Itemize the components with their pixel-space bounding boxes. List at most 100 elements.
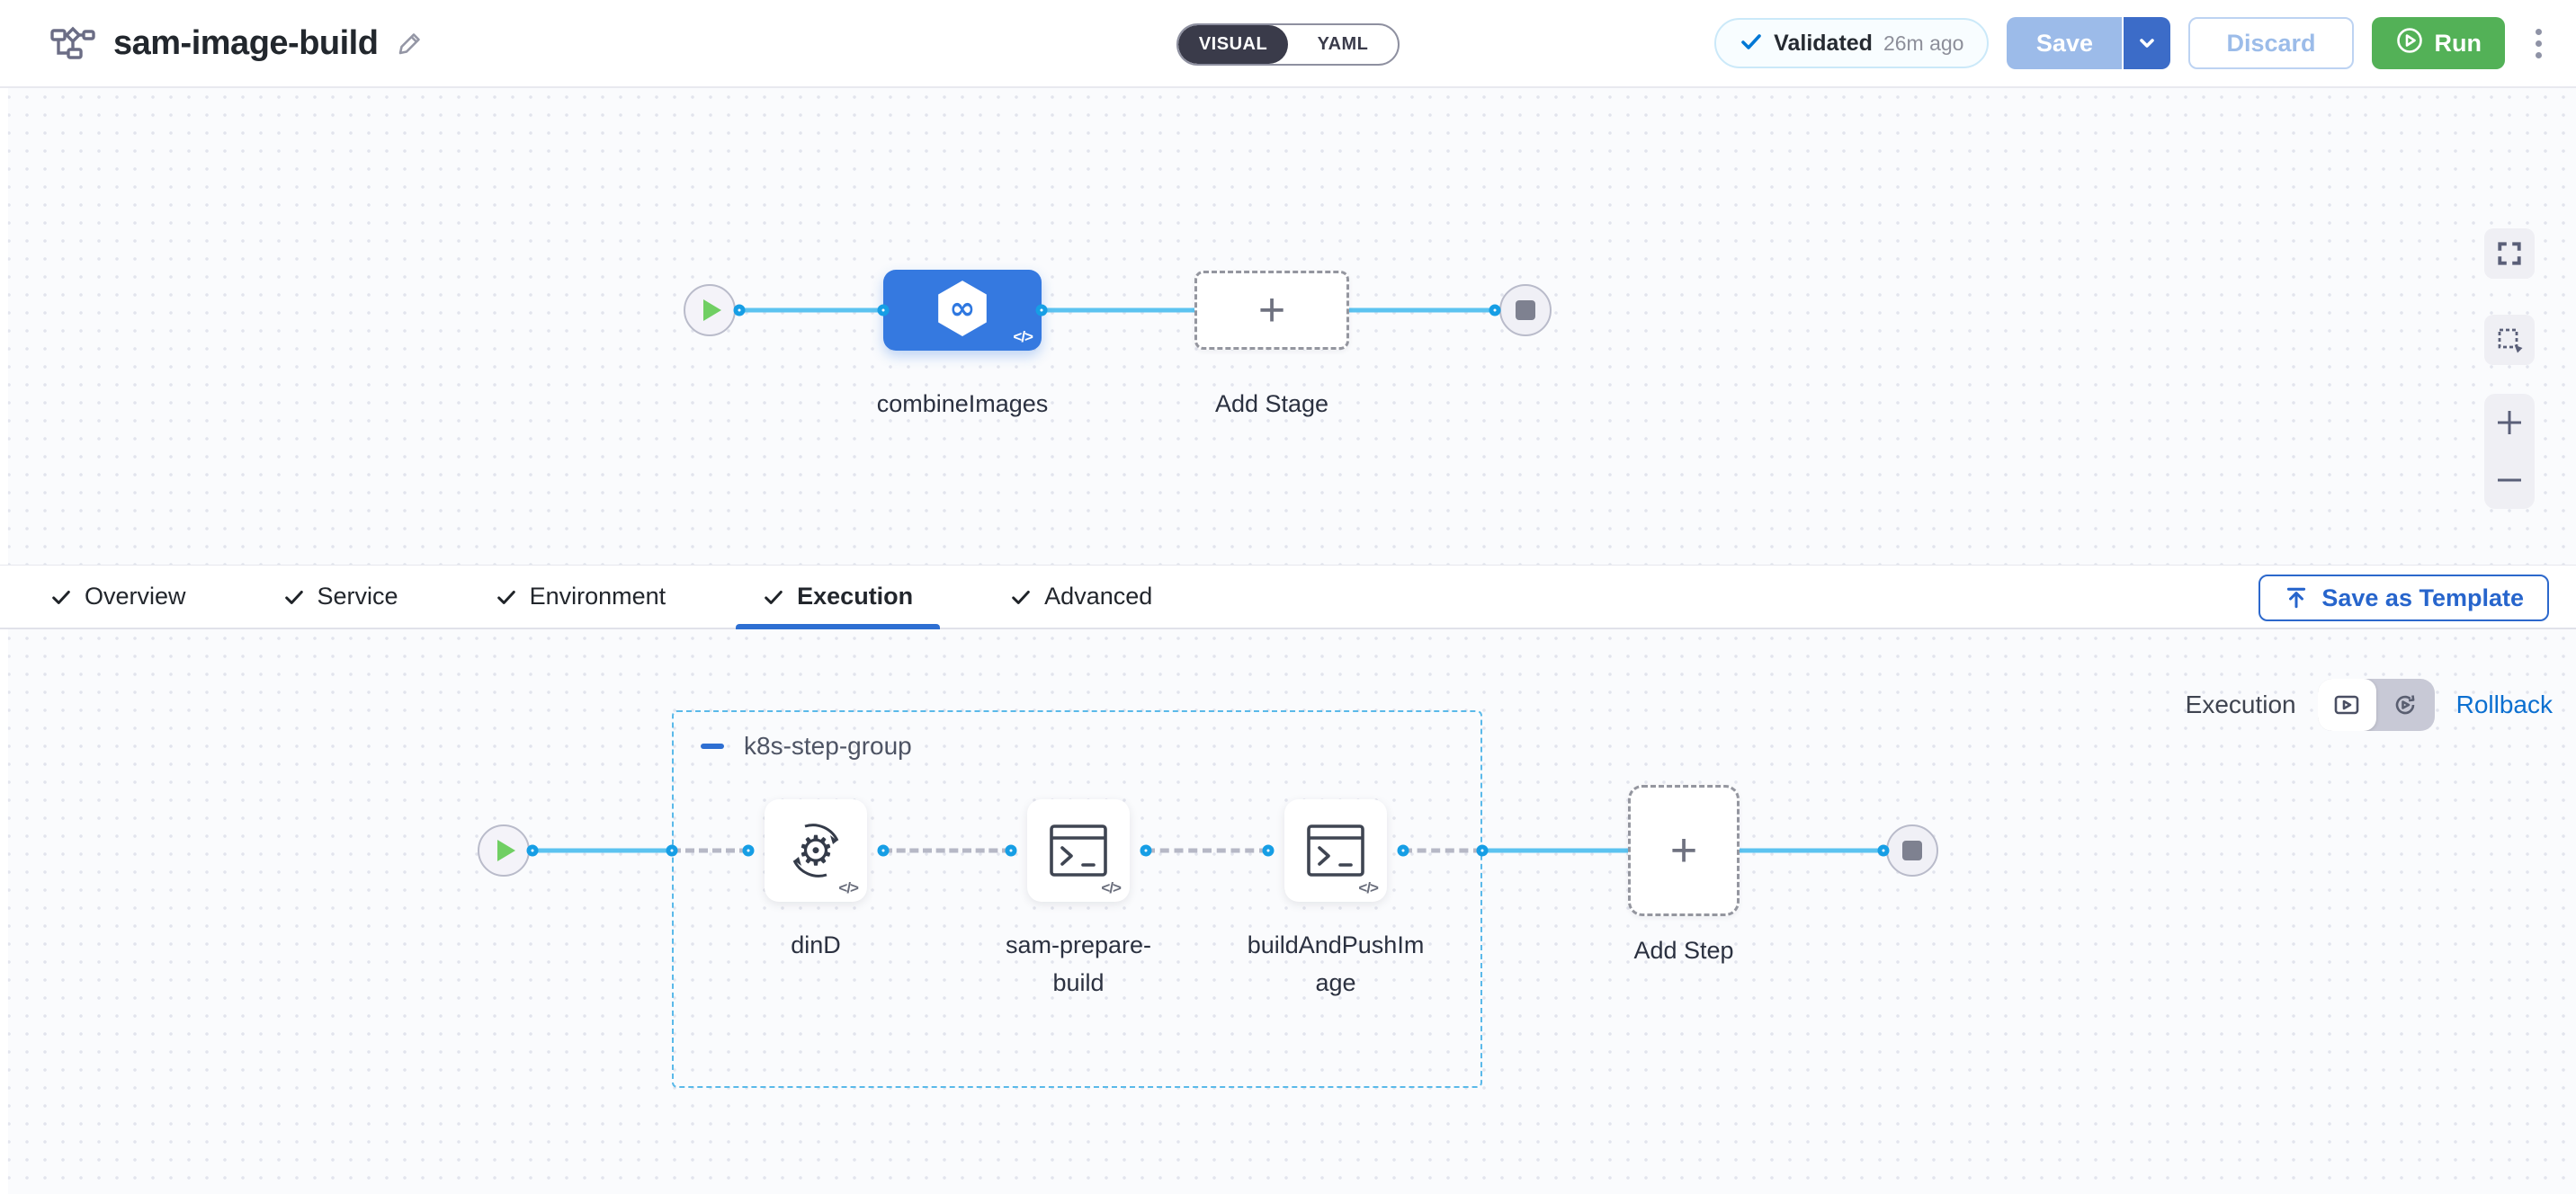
visual-yaml-toggle: VISUAL YAML (1176, 23, 1400, 66)
save-options-chevron-down-icon[interactable] (2122, 17, 2170, 69)
more-options-kebab-icon[interactable] (2528, 22, 2549, 66)
connector-point (1489, 305, 1501, 316)
code-badge-icon: </> (1101, 879, 1121, 897)
rollback-icon (2392, 691, 2419, 718)
page-title: sam-image-build (113, 24, 378, 63)
connector-point (1263, 845, 1275, 857)
add-stage-label: Add Stage (1164, 385, 1380, 423)
connector-point (1477, 845, 1489, 857)
check-icon (496, 586, 517, 608)
execution-rollback-toggle (2318, 679, 2435, 731)
save-as-template-button[interactable]: Save as Template (2258, 575, 2549, 621)
code-badge-icon: </> (1013, 328, 1033, 346)
yaml-mode-tab[interactable]: YAML (1288, 25, 1398, 64)
connector-line (1349, 308, 1495, 313)
tab-overview[interactable]: Overview (23, 566, 213, 628)
collapse-group-minus-icon[interactable] (701, 735, 724, 758)
execution-canvas: Execution Rollback (0, 629, 2576, 1194)
connector-point (743, 845, 755, 857)
add-step-label: Add Step (1594, 931, 1774, 969)
tab-service[interactable]: Service (256, 566, 425, 628)
connector-line (532, 849, 672, 853)
plus-icon: + (1670, 827, 1697, 874)
edit-title-pencil-icon[interactable] (396, 29, 425, 58)
step-node-buildandpushimage[interactable]: </> (1284, 799, 1387, 902)
run-play-icon (2395, 26, 2424, 61)
check-icon (1740, 30, 1763, 58)
zoom-controls (2484, 394, 2535, 509)
execution-view-icon (2332, 692, 2361, 717)
check-icon (50, 586, 72, 608)
connector-point (734, 305, 746, 316)
connector-point (527, 845, 539, 857)
tab-label: Overview (85, 583, 186, 610)
zoom-out-button[interactable] (2484, 451, 2535, 509)
start-play-icon (702, 298, 723, 323)
run-label: Run (2435, 30, 2482, 58)
svg-text:∞: ∞ (949, 290, 975, 326)
stage-node-combineimages[interactable]: ∞ </> (883, 270, 1042, 351)
pipeline-start-node (684, 284, 736, 336)
tab-label: Execution (797, 583, 913, 610)
step-node-sam-prepare-build[interactable]: </> (1027, 799, 1130, 902)
connector-point (1036, 305, 1048, 316)
step-group-name: k8s-step-group (744, 732, 912, 761)
save-button[interactable]: Save (2007, 17, 2122, 69)
step-node-dind[interactable]: ⚙ </> (765, 799, 867, 902)
connector-point (1140, 845, 1152, 857)
save-split-button: Save (2007, 17, 2170, 69)
stage-canvas: ∞ </> + combineImages Add Stage (0, 88, 2576, 565)
pipeline-icon (50, 22, 95, 65)
validated-badge[interactable]: Validated 26m ago (1714, 18, 1989, 68)
upload-icon (2284, 585, 2309, 610)
start-play-icon (496, 838, 517, 863)
fullscreen-button[interactable] (2484, 228, 2535, 279)
tab-environment[interactable]: Environment (469, 566, 693, 628)
multi-select-button[interactable] (2484, 315, 2535, 365)
stage-tabbar: Overview Service Environment Execution A… (0, 565, 2576, 629)
add-step-button[interactable]: + (1628, 785, 1740, 916)
step-group-header: k8s-step-group (701, 732, 912, 761)
rollback-link[interactable]: Rollback (2456, 691, 2553, 719)
connector-point (1878, 845, 1890, 857)
code-badge-icon: </> (838, 879, 858, 897)
check-icon (283, 586, 305, 608)
check-icon (763, 586, 784, 608)
connector-point (878, 305, 890, 316)
validated-timestamp: 26m ago (1883, 31, 1964, 56)
connector-point (1398, 845, 1409, 857)
connector-line (1482, 849, 1628, 853)
rollback-view-toggle-button[interactable] (2376, 679, 2435, 731)
tab-advanced[interactable]: Advanced (983, 566, 1179, 628)
zoom-in-button[interactable] (2484, 394, 2535, 451)
connector-line (1042, 308, 1196, 313)
connector-line (739, 308, 883, 313)
connector-point (878, 845, 890, 857)
execution-mode-label: Execution (2186, 691, 2296, 719)
execution-start-node (478, 824, 530, 877)
connector-line (1740, 849, 1883, 853)
tab-label: Service (318, 583, 398, 610)
plus-icon: + (1258, 287, 1285, 334)
connector-point (666, 845, 678, 857)
stop-icon (1902, 841, 1922, 860)
pipeline-studio: sam-image-build VISUAL YAML Validated (0, 0, 2576, 1194)
tab-execution[interactable]: Execution (736, 566, 940, 628)
execution-mode-row: Execution Rollback (2186, 679, 2553, 731)
discard-button[interactable]: Discard (2188, 17, 2353, 69)
tab-label: Environment (530, 583, 666, 610)
tab-label: Advanced (1044, 583, 1152, 610)
stop-icon (1516, 300, 1535, 320)
run-step-terminal-icon (1306, 824, 1365, 878)
run-button[interactable]: Run (2372, 17, 2505, 69)
execution-view-toggle-button[interactable] (2318, 679, 2376, 731)
add-stage-button[interactable]: + (1194, 271, 1349, 350)
check-icon (1010, 586, 1032, 608)
execution-end-node (1886, 824, 1938, 877)
visual-mode-tab[interactable]: VISUAL (1178, 25, 1288, 64)
save-as-template-label: Save as Template (2321, 584, 2524, 612)
code-badge-icon: </> (1358, 879, 1378, 897)
header-bar: sam-image-build VISUAL YAML Validated (0, 0, 2576, 88)
service-dependency-icon: ⚙ (783, 818, 848, 883)
pipeline-title-group: sam-image-build (50, 22, 425, 65)
